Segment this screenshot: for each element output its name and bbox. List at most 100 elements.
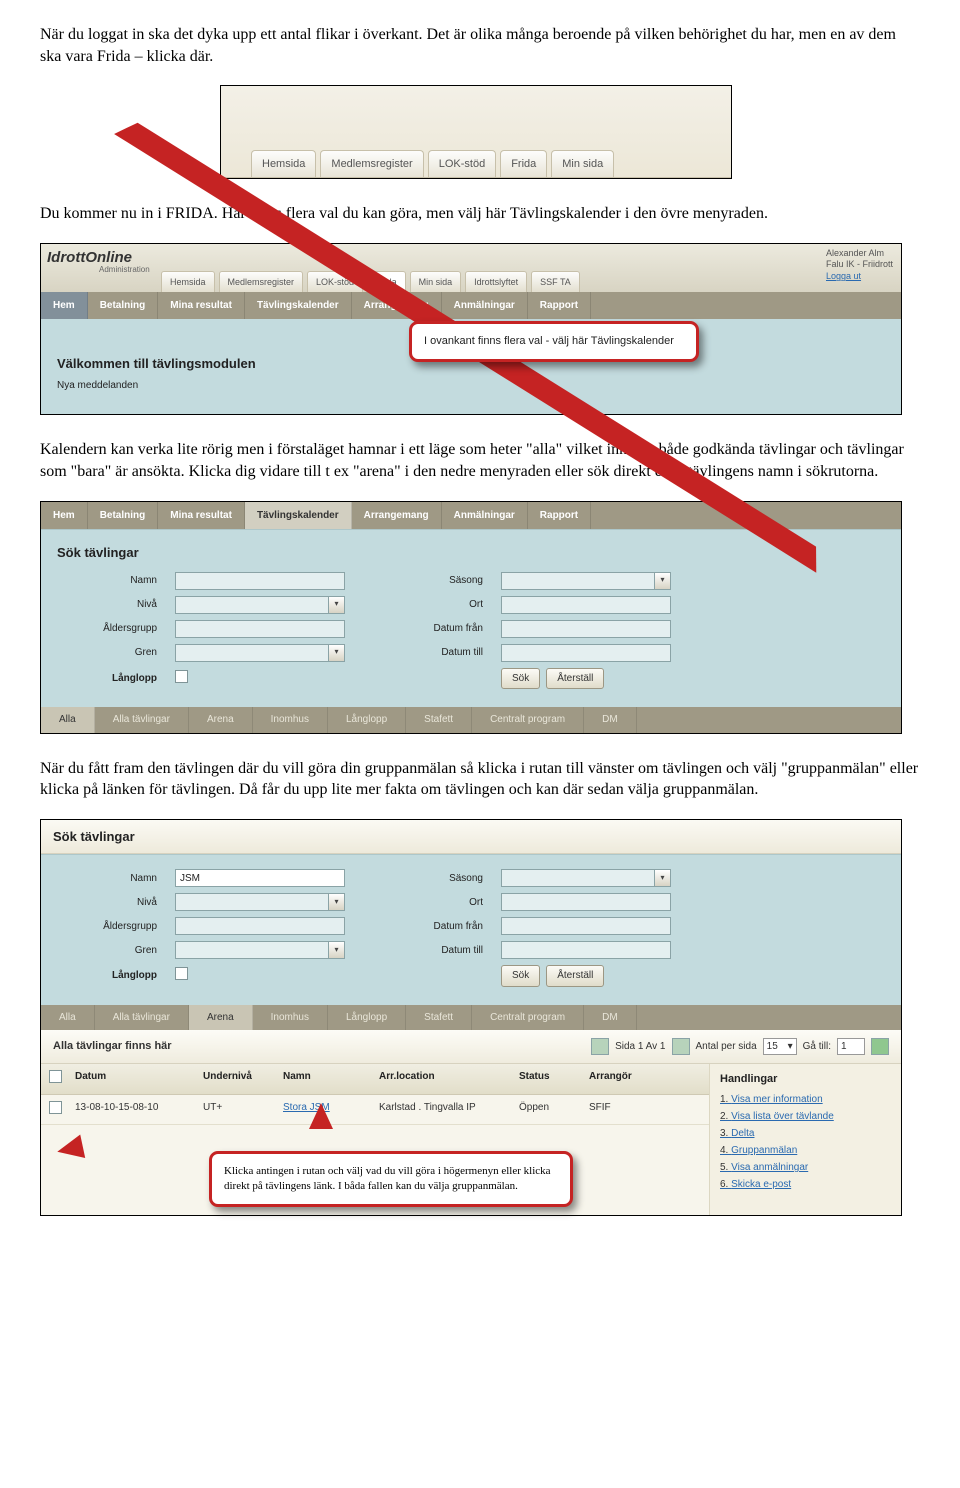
inp4-niva[interactable] [175,893,329,911]
tab-lokstod[interactable]: LOK-stöd [428,150,496,178]
nav-tavlingskalender[interactable]: Tävlingskalender [245,292,352,320]
aterstall-button[interactable]: Återställ [546,668,604,690]
nav3-hem[interactable]: Hem [41,502,88,530]
chevron-down-icon[interactable]: ▾ [329,644,345,662]
action-epost[interactable]: 6. Skicka e-post [720,1178,891,1191]
chk-all[interactable] [49,1070,62,1083]
ftab-allatav[interactable]: Alla tävlingar [95,707,189,733]
ftab4-alla[interactable]: Alla [41,1005,95,1031]
ftab4-allatav[interactable]: Alla tävlingar [95,1005,189,1031]
nav-rapport[interactable]: Rapport [528,292,591,320]
action-visa-mer[interactable]: 1. Visa mer information [720,1093,891,1106]
action-visa-anm[interactable]: 5. Visa anmälningar [720,1161,891,1174]
nav3-anmalningar[interactable]: Anmälningar [442,502,528,530]
lbl4-langlopp: Långlopp [57,969,157,983]
th-underniva[interactable]: Undernivå [195,1064,275,1094]
screenshot-results: Sök tävlingar Namn JSM Säsong ▾ Nivå ▾ O… [40,819,902,1216]
chevron-down-icon[interactable]: ▾ [329,893,345,911]
inp4-grp[interactable] [175,917,345,935]
lbl-dtill: Datum till [363,646,483,660]
lbl4-ort: Ort [363,896,483,910]
lbl-dfrom: Datum från [363,622,483,636]
nav-hem[interactable]: Hem [41,292,88,320]
nav-anmalningar[interactable]: Anmälningar [442,292,528,320]
nav3-tavlingskalender[interactable]: Tävlingskalender [245,502,352,530]
logout-link[interactable]: Logga ut [826,271,893,283]
go-button[interactable] [871,1038,889,1055]
ga-input[interactable]: 1 [837,1038,865,1055]
search-title-4: Sök tävlingar [41,820,901,855]
page-prev-icon[interactable] [591,1038,609,1055]
chk-langlopp[interactable] [175,670,188,683]
tab-minsida[interactable]: Min sida [551,150,614,178]
aterstall-button-4[interactable]: Återställ [546,965,604,987]
chevron-down-icon[interactable]: ▾ [655,869,671,887]
action-delta[interactable]: 3. Delta [720,1127,891,1140]
chevron-down-icon[interactable]: ▾ [329,596,345,614]
ftab-alla[interactable]: Alla [41,707,95,733]
inp4-dfrom[interactable] [501,917,671,935]
th-datum[interactable]: Datum [67,1064,195,1094]
nav3-resultat[interactable]: Mina resultat [158,502,245,530]
ftab4-dm[interactable]: DM [584,1005,637,1031]
top-tab-hemsida[interactable]: Hemsida [161,271,215,292]
nav-resultat[interactable]: Mina resultat [158,292,245,320]
top-tab-medlem[interactable]: Medlemsregister [219,271,304,292]
lbl4-dtill: Datum till [363,944,483,958]
inp-gren[interactable] [175,644,329,662]
nav-betalning[interactable]: Betalning [88,292,159,320]
ftab4-inomhus[interactable]: Inomhus [253,1005,328,1031]
th-namn[interactable]: Namn [275,1064,371,1094]
callout-arrow-up-icon [309,1103,333,1129]
ftab-langlopp[interactable]: Långlopp [328,707,406,733]
chevron-down-icon[interactable]: ▾ [655,572,671,590]
nav3-betalning[interactable]: Betalning [88,502,159,530]
inp4-namn[interactable]: JSM [175,869,345,887]
inp-dtill[interactable] [501,644,671,662]
tab-medlemsregister[interactable]: Medlemsregister [320,150,423,178]
ftab-arena[interactable]: Arena [189,707,253,733]
ftab-dm[interactable]: DM [584,707,637,733]
ftab4-arena[interactable]: Arena [189,1005,253,1031]
inp4-gren[interactable] [175,941,329,959]
lbl-ga: Gå till: [803,1040,831,1054]
th-status[interactable]: Status [511,1064,581,1094]
inp-niva[interactable] [175,596,329,614]
sok-button-4[interactable]: Sök [501,965,540,987]
page-next-icon[interactable] [672,1038,690,1055]
ftab-inomhus[interactable]: Inomhus [253,707,328,733]
ftab4-centralt[interactable]: Centralt program [472,1005,584,1031]
inp4-dtill[interactable] [501,941,671,959]
action-gruppanmalan[interactable]: 4. Gruppanmälan [720,1144,891,1157]
top-tab-ssfta[interactable]: SSF TA [531,271,580,292]
ftab-centralt[interactable]: Centralt program [472,707,584,733]
top-tab-minsida[interactable]: Min sida [410,271,462,292]
lbl4-namn: Namn [57,872,157,886]
tab-hemsida[interactable]: Hemsida [251,150,316,178]
th-location[interactable]: Arr.location [371,1064,511,1094]
inp-ort[interactable] [501,596,671,614]
nav3-rapport[interactable]: Rapport [528,502,591,530]
inp-dfrom[interactable] [501,620,671,638]
nav3-arrangemang[interactable]: Arrangemang [352,502,442,530]
inp4-sasong[interactable] [501,869,655,887]
antal-select[interactable]: 15▾ [763,1038,797,1055]
ftab4-langlopp[interactable]: Långlopp [328,1005,406,1031]
handlingar-title: Handlingar [720,1072,891,1087]
th-arrangor[interactable]: Arrangör [581,1064,691,1094]
tab-frida[interactable]: Frida [500,150,547,178]
top-tab-idrottslyftet[interactable]: Idrottslyftet [465,271,527,292]
inp-grp[interactable] [175,620,345,638]
row-checkbox[interactable] [49,1101,62,1114]
ftab4-stafett[interactable]: Stafett [406,1005,472,1031]
inp4-ort[interactable] [501,893,671,911]
lbl-ort: Ort [363,598,483,612]
chk4-langlopp[interactable] [175,967,188,980]
inp-namn[interactable] [175,572,345,590]
inp-sasong[interactable] [501,572,655,590]
chevron-down-icon[interactable]: ▾ [329,941,345,959]
ftab-stafett[interactable]: Stafett [406,707,472,733]
sok-button[interactable]: Sök [501,668,540,690]
action-visa-lista[interactable]: 2. Visa lista över tävlande [720,1110,891,1123]
paragraph-4: När du fått fram den tävlingen där du vi… [40,758,920,801]
